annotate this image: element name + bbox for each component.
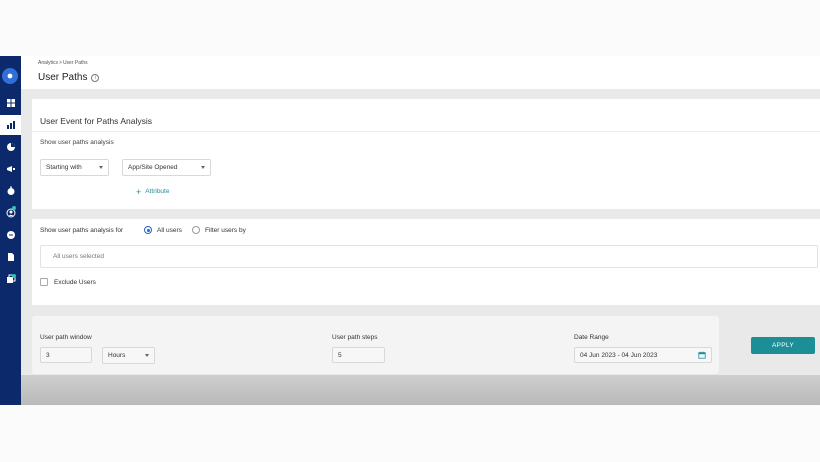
breadcrumb-user-paths: User Paths: [62, 60, 88, 66]
pie-chart-icon[interactable]: [0, 138, 21, 156]
selected-users-field[interactable]: All users selected: [40, 245, 818, 268]
settings-card: User path window 3 Hours User path steps…: [32, 316, 719, 374]
sidebar: [0, 56, 21, 405]
selected-users-text: All users selected: [53, 253, 104, 260]
date-range-input[interactable]: 04 Jun 2023 - 04 Jun 2023: [574, 347, 712, 363]
radio-checked-icon: [144, 226, 152, 234]
chevron-down-icon: [145, 354, 149, 357]
user-notification-dot: [12, 206, 16, 210]
outside-area: [0, 405, 820, 462]
user-path-steps-input[interactable]: 5: [332, 347, 385, 363]
document-icon[interactable]: [0, 248, 21, 266]
app-footer-band: [0, 375, 820, 405]
radio-all-users-label: All users: [157, 226, 182, 234]
user-path-steps-value: 5: [338, 351, 342, 359]
user-path-steps-label: User path steps: [332, 334, 378, 341]
user-path-window-label: User path window: [40, 334, 92, 341]
exclude-users-label: Exclude Users: [54, 278, 96, 286]
breadcrumb-analytics[interactable]: Analytics: [38, 60, 58, 66]
event-select[interactable]: App/Site Opened: [122, 159, 211, 176]
cards-notification-dot: [12, 274, 16, 278]
user-path-window-input[interactable]: 3: [40, 347, 92, 363]
breadcrumb-separator: >: [59, 60, 62, 66]
calendar-icon[interactable]: [698, 351, 706, 359]
window-unit-value: Hours: [108, 352, 126, 359]
info-icon[interactable]: i: [91, 73, 100, 82]
apply-button[interactable]: APPLY: [751, 337, 815, 354]
add-attribute-button[interactable]: + Attribute: [136, 186, 170, 197]
page-title: User Paths i: [38, 72, 100, 83]
radio-all-users[interactable]: All users: [144, 226, 182, 234]
checkbox-icon: [40, 278, 48, 286]
users-card-label: Show user paths analysis for: [40, 227, 124, 234]
chevron-down-icon: [99, 166, 103, 169]
page-title-text: User Paths: [38, 72, 88, 83]
event-card: User Event for Paths Analysis Show user …: [32, 99, 820, 209]
exclude-users-checkbox[interactable]: Exclude Users: [40, 278, 96, 286]
window-unit-select[interactable]: Hours: [102, 347, 155, 364]
date-range-label: Date Range: [574, 334, 609, 341]
timer-icon[interactable]: [0, 182, 21, 200]
megaphone-icon[interactable]: [0, 160, 21, 178]
event-select-value: App/Site Opened: [128, 164, 178, 171]
radio-filter-users[interactable]: Filter users by: [192, 226, 246, 234]
users-card: Show user paths analysis for All users F…: [32, 219, 820, 305]
plus-icon: +: [136, 186, 142, 197]
radio-filter-users-label: Filter users by: [205, 226, 246, 234]
starting-with-select[interactable]: Starting with: [40, 159, 109, 176]
starting-with-value: Starting with: [46, 164, 82, 171]
user-icon[interactable]: [0, 204, 21, 222]
divider: [32, 131, 820, 132]
radio-unchecked-icon: [192, 226, 200, 234]
event-card-title: User Event for Paths Analysis: [40, 116, 152, 126]
chat-icon[interactable]: [0, 226, 21, 244]
user-path-window-value: 3: [46, 351, 50, 359]
breadcrumb: Analytics>User Paths: [38, 60, 88, 66]
cards-icon[interactable]: [0, 270, 21, 288]
add-attribute-label: Attribute: [145, 188, 170, 195]
analytics-icon[interactable]: [0, 115, 21, 135]
dashboard-icon[interactable]: [0, 94, 21, 112]
event-card-subtitle: Show user paths analysis: [40, 139, 114, 146]
date-range-value: 04 Jun 2023 - 04 Jun 2023: [580, 351, 658, 359]
chevron-down-icon: [201, 166, 205, 169]
page-header: Analytics>User Paths User Paths i: [21, 56, 820, 89]
home-icon[interactable]: [2, 68, 18, 84]
